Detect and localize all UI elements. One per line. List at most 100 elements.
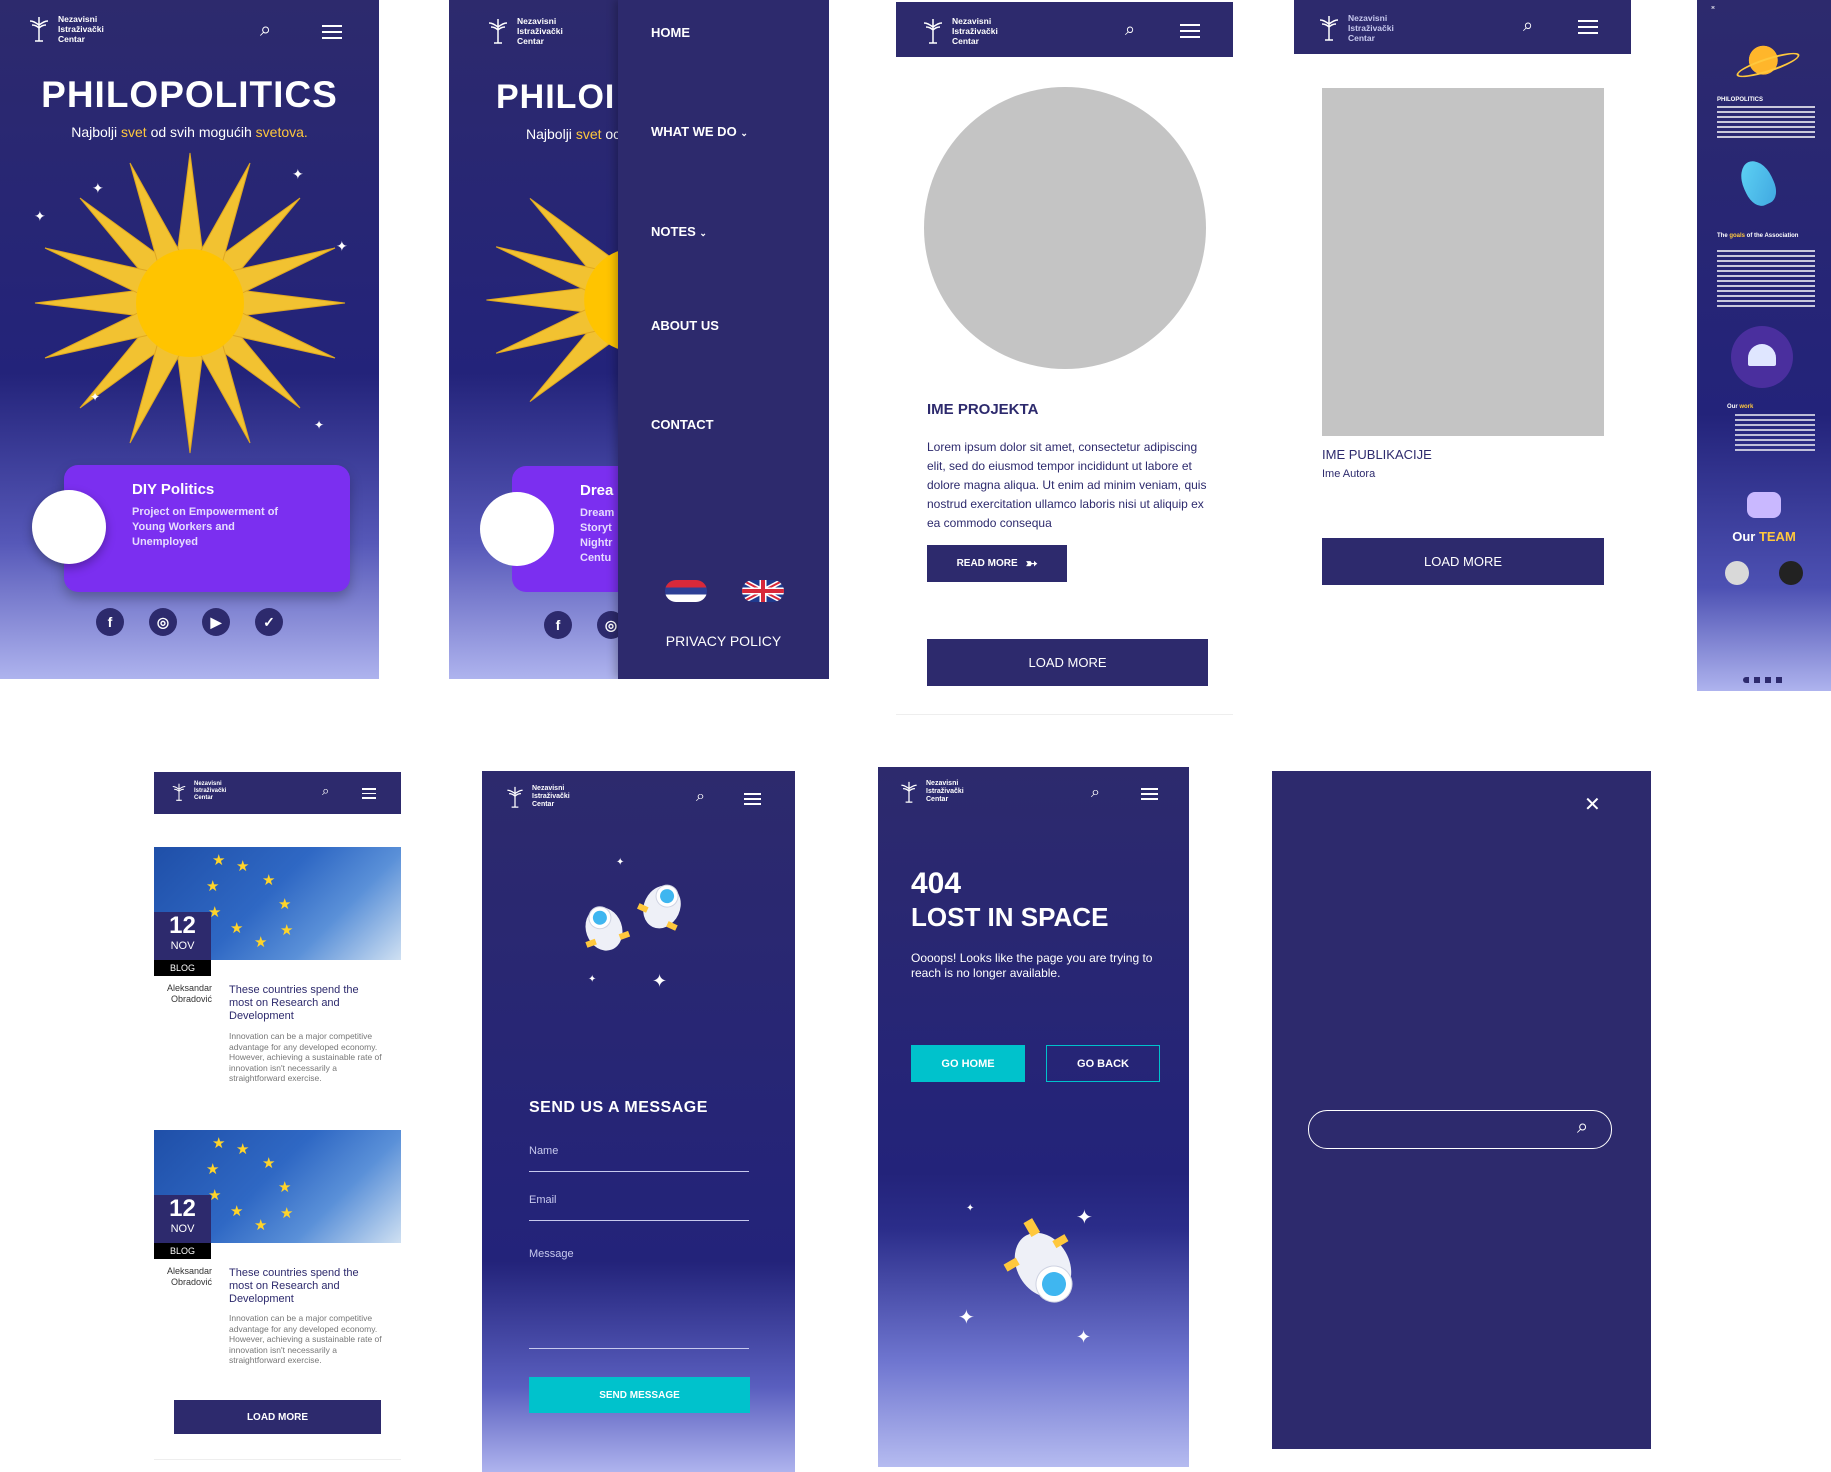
date-badge: 12 NOV	[154, 1195, 211, 1243]
search-icon[interactable]: ⌕	[322, 784, 329, 797]
sparkle-icon: ✦	[90, 390, 101, 404]
search-icon[interactable]: ⌕	[696, 789, 705, 805]
facebook-icon[interactable]: f	[96, 608, 124, 636]
eu-star-icon: ★	[236, 1141, 250, 1158]
brand-name: Nezavisni Istraživački Centar	[952, 16, 998, 46]
team-illustration	[1747, 492, 1781, 518]
tagline-text: Najbolji	[526, 126, 576, 142]
uk-flag-icon[interactable]	[742, 580, 784, 602]
pillar-logo-icon	[1319, 16, 1339, 41]
error-title: LOST IN SPACE	[911, 902, 1109, 932]
post-author: Aleksandar Obradović	[166, 983, 212, 1004]
pillar-logo-icon	[901, 781, 917, 803]
eu-star-icon: ★	[278, 1179, 292, 1196]
brand-logo[interactable]: Nezavisni Istraživački Centar	[26, 14, 104, 44]
menu-icon[interactable]	[1141, 788, 1158, 800]
instagram-icon[interactable]: ◎	[149, 608, 177, 636]
menu-label: WHAT WE DO	[651, 124, 737, 139]
eu-star-icon: ★	[230, 1203, 244, 1220]
load-more-button[interactable]: LOAD MORE	[927, 639, 1208, 686]
name-field[interactable]: Name	[529, 1145, 558, 1157]
brand-logo[interactable]: Nezavisni Istraživački Centar	[504, 785, 570, 809]
read-more-button[interactable]: READ MORE ➳	[927, 545, 1067, 582]
button-label: READ MORE	[956, 558, 1018, 569]
section-title: PHILOPOLITICS	[1717, 97, 1764, 103]
title-text: Our	[1727, 404, 1740, 410]
menu-icon[interactable]	[1578, 20, 1598, 34]
menu-icon[interactable]	[744, 793, 761, 805]
brand-name: Nezavisni Istraživački Centar	[517, 16, 563, 46]
tagline-text: Najbolji	[71, 124, 122, 140]
search-input-field[interactable]	[1323, 1119, 1567, 1141]
brand-logo[interactable]: Nezavisni Istraživački Centar	[170, 781, 226, 802]
brand-logo[interactable]: Nezavisni Istraživački Centar	[485, 16, 563, 46]
chevron-down-icon: ⌄	[740, 128, 748, 138]
serbian-flag-icon[interactable]	[665, 580, 707, 602]
post-excerpt: Innovation can be a major competitive ad…	[229, 1031, 382, 1083]
search-icon[interactable]: ⌕	[1125, 20, 1135, 38]
brand-name: Nezavisni Istraživački Centar	[58, 14, 104, 44]
social-icons-row[interactable]	[1743, 677, 1787, 683]
go-back-button[interactable]: GO BACK	[1046, 1045, 1160, 1082]
publication-author: Ime Autora	[1322, 468, 1376, 480]
load-more-button[interactable]: LOAD MORE	[174, 1400, 381, 1434]
team-member-avatar[interactable]	[1725, 561, 1749, 585]
message-field-underline	[529, 1348, 749, 1349]
tagline: Najbolji svet od svih mogućih svetova.	[0, 124, 379, 140]
team-member-avatar[interactable]	[1779, 561, 1803, 585]
search-icon[interactable]: ⌕	[1523, 16, 1533, 34]
card-body: Project on Empowerment of Young Workers …	[132, 506, 279, 548]
pillar-logo-icon	[488, 19, 508, 44]
twitter-icon[interactable]: ✓	[255, 608, 283, 636]
menu-icon[interactable]	[1180, 24, 1200, 38]
post-title[interactable]: These countries spend the most on Resear…	[229, 1267, 369, 1306]
menu-icon[interactable]	[362, 788, 376, 799]
privacy-policy-link[interactable]: PRIVACY POLICY	[618, 633, 829, 649]
brand-name: Nezavisni Istraživački Centar	[1348, 13, 1394, 43]
menu-item-notes[interactable]: NOTES ⌄	[651, 224, 707, 239]
card-title: Drea	[580, 482, 614, 499]
menu-item-what-we-do[interactable]: WHAT WE DO ⌄	[651, 124, 748, 139]
featured-project-card[interactable]: DIY Politics Project on Empowerment of Y…	[64, 465, 350, 592]
pillar-logo-icon	[29, 17, 49, 42]
facebook-icon[interactable]: f	[544, 611, 572, 639]
chevron-down-icon: ⌄	[699, 228, 707, 238]
brand-logo[interactable]: ⌘	[1711, 5, 1715, 10]
close-icon[interactable]: ✕	[1584, 792, 1601, 817]
name-field-underline	[529, 1171, 749, 1172]
menu-icon[interactable]	[322, 25, 342, 39]
send-message-button[interactable]: SEND MESSAGE	[529, 1377, 750, 1413]
brand-logo[interactable]: Nezavisni Istraživački Centar	[1316, 13, 1394, 43]
youtube-icon[interactable]: ▶	[202, 608, 230, 636]
load-more-button[interactable]: LOAD MORE	[1322, 538, 1604, 585]
post-tag[interactable]: BLOG	[154, 1243, 211, 1259]
search-input[interactable]: ⌕	[1308, 1110, 1612, 1149]
message-field[interactable]: Message	[529, 1248, 574, 1260]
text-block	[1717, 106, 1815, 140]
sun-illustration	[34, 152, 346, 454]
sparkle-icon: ✦	[958, 1307, 975, 1329]
search-icon[interactable]: ⌕	[1577, 1117, 1588, 1137]
eu-star-icon: ★	[230, 920, 244, 937]
project-title: IME PROJEKTA	[927, 401, 1039, 418]
search-icon[interactable]: ⌕	[1091, 785, 1100, 801]
eu-star-icon: ★	[262, 1155, 276, 1172]
post-title[interactable]: These countries spend the most on Resear…	[229, 984, 369, 1023]
brand-logo[interactable]: Nezavisni Istraživački Centar	[898, 780, 964, 804]
brand-name: Nezavisni Istraživački Centar	[532, 785, 570, 808]
publication-title: IME PUBLIKACIJE	[1322, 447, 1432, 462]
menu-item-contact[interactable]: CONTACT	[651, 417, 714, 432]
tagline-highlight: svet	[121, 124, 147, 140]
search-icon[interactable]: ⌕	[260, 20, 271, 40]
sparkle-icon: ✦	[292, 166, 304, 182]
title-highlight: goals	[1729, 233, 1746, 239]
post-tag[interactable]: BLOG	[154, 960, 211, 976]
menu-item-home[interactable]: HOME	[651, 25, 690, 40]
go-home-button[interactable]: GO HOME	[911, 1045, 1025, 1082]
planet-illustration	[1734, 44, 1802, 82]
card-avatar	[32, 490, 106, 564]
email-field[interactable]: Email	[529, 1194, 557, 1206]
tagline-text: od svih mogućih	[146, 124, 256, 140]
menu-item-about[interactable]: ABOUT US	[651, 318, 719, 333]
brand-logo[interactable]: Nezavisni Istraživački Centar	[920, 16, 998, 46]
